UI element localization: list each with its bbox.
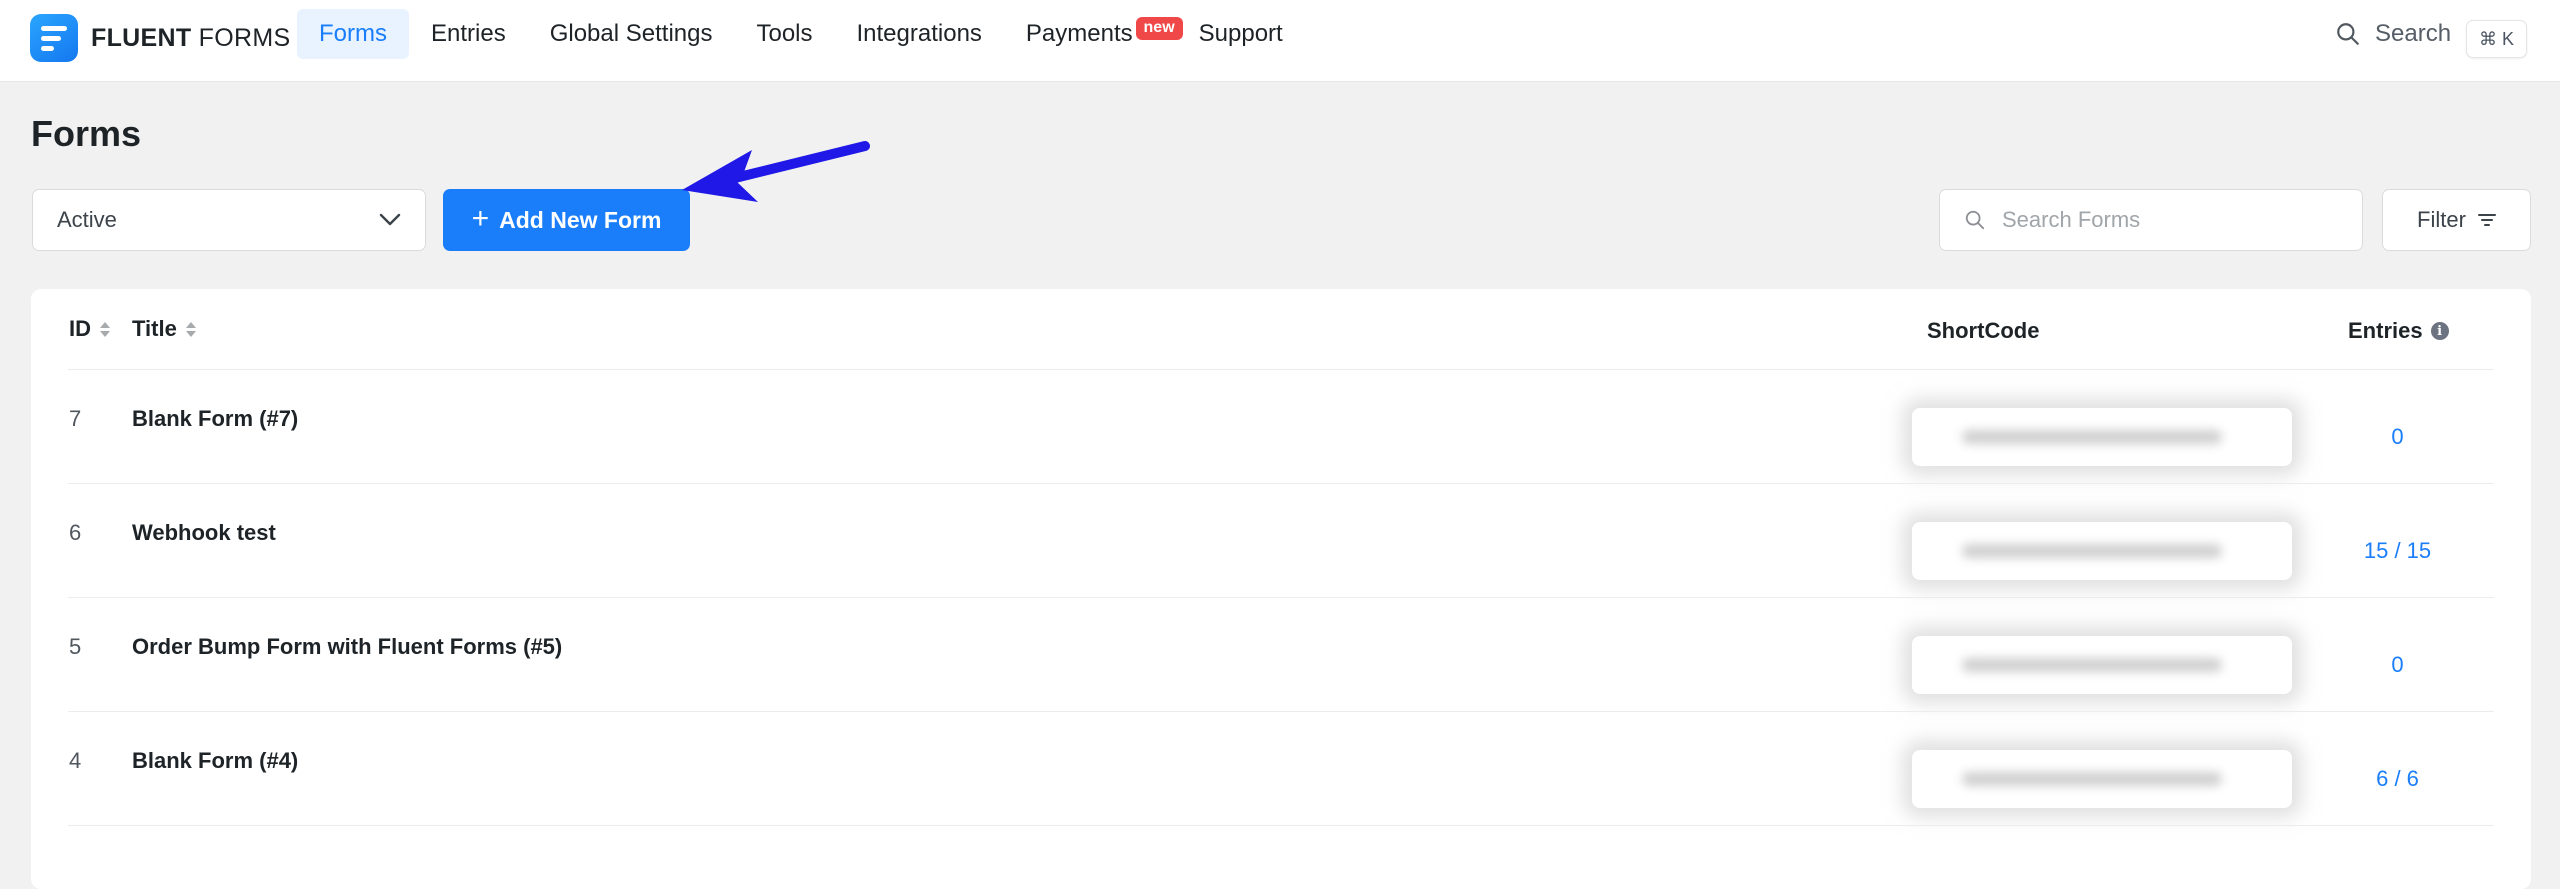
entries-count-link[interactable]: 6 / 6 xyxy=(2305,766,2490,792)
column-header-title-label: Title xyxy=(132,316,177,341)
new-badge: new xyxy=(1135,17,1183,40)
search-icon xyxy=(1965,210,1985,230)
search-forms-field[interactable] xyxy=(1939,189,2363,251)
entries-count-link[interactable]: 15 / 15 xyxy=(2305,538,2490,564)
form-id: 6 xyxy=(69,520,82,545)
column-header-shortcode: ShortCode xyxy=(1927,318,2039,344)
shortcode-copy-field[interactable] xyxy=(1912,636,2292,694)
brand-logo[interactable]: FLUENT FORMS xyxy=(30,13,290,63)
top-navigation-bar: FLUENT FORMS Forms Entries Global Settin… xyxy=(0,0,2560,82)
info-icon[interactable]: i xyxy=(2430,322,2449,340)
fluent-forms-logo-icon xyxy=(30,14,78,62)
column-header-entries-label: Entries xyxy=(2348,318,2423,343)
nav-global-settings[interactable]: Global Settings xyxy=(528,9,735,59)
form-id: 5 xyxy=(69,634,82,659)
divider xyxy=(68,597,2494,598)
divider xyxy=(68,483,2494,484)
entries-count-link[interactable]: 0 xyxy=(2305,424,2490,450)
add-new-form-button[interactable]: + Add New Form xyxy=(443,189,690,251)
page-title: Forms xyxy=(31,113,142,154)
main-nav: Forms Entries Global Settings Tools Inte… xyxy=(297,9,1305,59)
nav-entries[interactable]: Entries xyxy=(409,9,528,59)
filter-button[interactable]: Filter xyxy=(2382,189,2531,251)
status-filter-value: Active xyxy=(57,207,117,232)
add-new-form-label: Add New Form xyxy=(499,206,662,233)
keyboard-shortcut-hint: ⌘ K xyxy=(2466,20,2528,58)
column-header-shortcode-label: ShortCode xyxy=(1927,318,2040,343)
global-search-trigger[interactable]: Search xyxy=(2335,20,2451,48)
sort-icon[interactable] xyxy=(100,318,110,340)
search-label: Search xyxy=(2375,20,2452,47)
shortcode-copy-field[interactable] xyxy=(1912,408,2292,466)
shortcode-copy-field[interactable] xyxy=(1912,750,2292,808)
plus-icon: + xyxy=(471,201,490,235)
form-id: 7 xyxy=(69,406,82,431)
sort-icon[interactable] xyxy=(185,318,196,340)
search-forms-input[interactable] xyxy=(2000,206,2340,234)
divider xyxy=(68,369,2494,370)
annotation-arrow-icon xyxy=(682,141,870,202)
column-header-entries: Entries i xyxy=(2348,318,2449,344)
column-header-title[interactable]: Title xyxy=(132,316,196,342)
nav-payments[interactable]: Payments new xyxy=(1004,9,1183,59)
divider xyxy=(68,825,2494,826)
table-row[interactable]: 4 Blank Form (#4) 6 / 6 xyxy=(0,714,2560,828)
nav-tools[interactable]: Tools xyxy=(734,9,834,59)
status-filter-select[interactable]: Active xyxy=(32,189,426,251)
column-header-id[interactable]: ID xyxy=(69,316,110,342)
table-row[interactable]: 5 Order Bump Form with Fluent Forms (#5)… xyxy=(0,600,2560,714)
form-id: 4 xyxy=(69,748,82,773)
table-row[interactable]: 6 Webhook test 15 / 15 xyxy=(0,486,2560,600)
entries-count-link[interactable]: 0 xyxy=(2305,652,2490,678)
column-header-id-label: ID xyxy=(69,316,91,341)
form-title[interactable]: Webhook test xyxy=(132,520,276,546)
table-row[interactable]: 7 Blank Form (#7) 0 xyxy=(0,372,2560,486)
search-icon xyxy=(2337,23,2359,45)
nav-integrations[interactable]: Integrations xyxy=(835,9,1004,59)
nav-forms[interactable]: Forms xyxy=(297,9,409,59)
filter-label: Filter xyxy=(2417,207,2466,232)
shortcode-copy-field[interactable] xyxy=(1912,522,2292,580)
brand-name: FLUENT FORMS xyxy=(91,23,291,52)
filter-icon xyxy=(2477,214,2496,226)
nav-support[interactable]: Support xyxy=(1177,9,1305,59)
divider xyxy=(68,711,2494,712)
nav-payments-label: Payments xyxy=(1025,20,1133,47)
form-title[interactable]: Blank Form (#7) xyxy=(132,406,298,432)
form-title[interactable]: Blank Form (#4) xyxy=(132,748,298,774)
chevron-down-icon xyxy=(379,213,401,226)
form-title[interactable]: Order Bump Form with Fluent Forms (#5) xyxy=(132,634,562,660)
